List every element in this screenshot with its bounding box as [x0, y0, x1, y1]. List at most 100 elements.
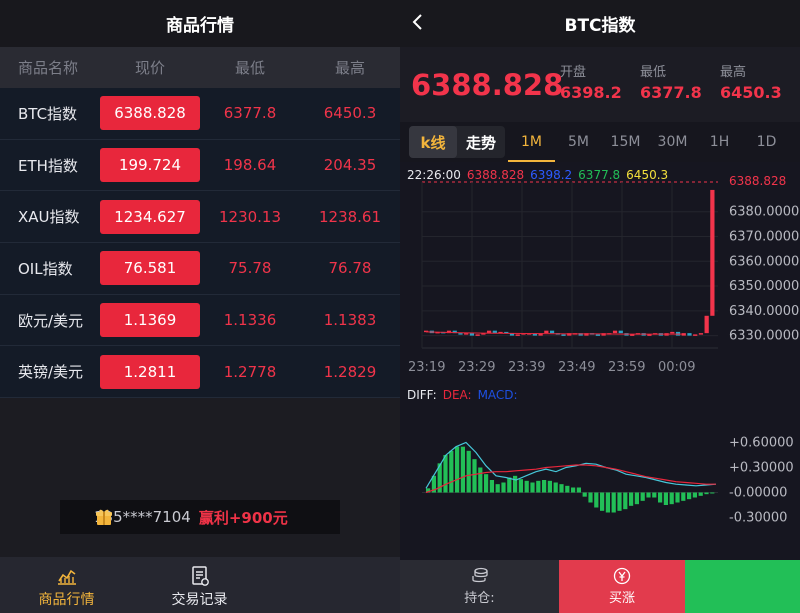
- quote-low-value: 6377.8: [640, 83, 702, 102]
- macd-bar: [692, 492, 697, 498]
- holdings-button[interactable]: 持仓:: [400, 560, 559, 613]
- macd-bar: [524, 480, 529, 493]
- macd-bar: [617, 492, 622, 511]
- candle: [618, 330, 623, 334]
- table-row[interactable]: XAU指数 1234.627 1230.13 1238.61: [0, 191, 400, 244]
- candle: [693, 334, 698, 336]
- macd-tick-label: +0.60000: [729, 436, 794, 451]
- macd-bar: [623, 492, 628, 510]
- time-tick-label: 23:19: [408, 360, 445, 375]
- buy-down-button[interactable]: [685, 560, 800, 613]
- price-tick-label: 6380.0000: [729, 205, 799, 220]
- quote-open-value: 6398.2: [560, 83, 622, 102]
- macd-bar: [484, 474, 489, 493]
- holdings-label: 持仓:: [464, 591, 495, 606]
- high-price: 1.2829: [323, 362, 377, 381]
- tab-trade-records[interactable]: 交易记录: [133, 557, 266, 613]
- macd-bar: [443, 455, 448, 493]
- macd-bar: [449, 450, 454, 493]
- quote-high: 最高 6450.3: [720, 61, 782, 102]
- last-price-label: 6388.828: [729, 174, 786, 188]
- instrument-name: ETH指数: [18, 156, 78, 175]
- macd-bar: [588, 492, 593, 503]
- current-price-button[interactable]: 76.581: [100, 251, 200, 286]
- macd-bar: [704, 492, 709, 495]
- column-header-high: 最高: [334, 59, 365, 77]
- current-price-button[interactable]: 199.724: [100, 148, 200, 183]
- macd-bar: [646, 492, 651, 498]
- price-tick-label: 6370.0000: [729, 230, 799, 245]
- tab-trade-records-label: 交易记录: [171, 592, 228, 608]
- buy-up-button[interactable]: 买涨: [559, 560, 685, 613]
- page-title: 商品行情: [166, 16, 234, 36]
- candle: [670, 331, 675, 334]
- current-price-button[interactable]: 1234.627: [100, 199, 200, 234]
- period-15m[interactable]: 15M: [602, 122, 649, 162]
- instrument-name: OIL指数: [18, 259, 73, 278]
- candle: [469, 333, 475, 336]
- market-header: 商品行情: [0, 0, 400, 47]
- tab-market[interactable]: 商品行情: [0, 557, 133, 613]
- candle: [595, 334, 600, 336]
- back-arrow-icon[interactable]: [410, 12, 426, 32]
- low-price: 6377.8: [223, 104, 277, 123]
- time-tick-label: 00:09: [658, 360, 695, 375]
- macd-bar: [675, 492, 680, 503]
- table-header: 商品名称 现价 最低 最高: [0, 47, 400, 88]
- market-table: BTC指数 6388.828 6377.8 6450.3 ETH指数 199.7…: [0, 88, 400, 399]
- trade-actions: 持仓: 买涨: [400, 560, 800, 613]
- current-price-button[interactable]: 1.1369: [100, 303, 200, 338]
- macd-bars: [426, 446, 715, 513]
- tab-kline[interactable]: k线: [409, 126, 457, 158]
- macd-tick-label: -0.30000: [729, 511, 787, 526]
- high-price: 6450.3: [323, 104, 377, 123]
- table-row[interactable]: 英镑/美元 1.2811 1.2778 1.2829: [0, 346, 400, 399]
- macd-bar: [547, 480, 552, 493]
- quote-open-label: 开盘: [560, 65, 587, 80]
- period-1m[interactable]: 1M: [508, 122, 555, 162]
- table-row[interactable]: ETH指数 199.724 198.64 204.35: [0, 140, 400, 192]
- price-chart[interactable]: 6380.0000 6370.0000 6360.0000 6350.0000 6340…: [400, 165, 800, 560]
- macd-tick-label: +0.30000: [729, 461, 794, 476]
- tab-market-label: 商品行情: [38, 592, 95, 608]
- tab-trend[interactable]: 走势: [457, 126, 505, 158]
- period-1d[interactable]: 1D: [743, 122, 790, 162]
- period-1h[interactable]: 1H: [696, 122, 743, 162]
- table-row[interactable]: OIL指数 76.581 75.78 76.78: [0, 243, 400, 295]
- macd-bar: [634, 492, 639, 505]
- low-price: 1.1336: [223, 311, 277, 330]
- macd-bar: [507, 477, 512, 493]
- candle: [704, 315, 709, 334]
- macd-bar: [582, 492, 587, 497]
- price-grid: [421, 181, 718, 349]
- current-price-button[interactable]: 6388.828: [100, 96, 200, 131]
- macd-legend: DIFF: DEA: MACD:: [407, 388, 524, 402]
- macd-bar: [513, 475, 518, 493]
- document-icon: [191, 566, 209, 586]
- gift-icon: [96, 509, 112, 525]
- macd-bar: [553, 482, 558, 493]
- profit-notice: 135****7104 赢利+900元: [60, 500, 340, 534]
- price-tick-label: 6350.0000: [729, 279, 799, 294]
- detail-panel: BTC指数 6388.828 开盘 6398.2 最低 6377.8 最高 64…: [400, 0, 800, 613]
- macd-bar: [594, 492, 599, 508]
- macd-bar: [536, 480, 541, 493]
- quote-summary: 6388.828 开盘 6398.2 最低 6377.8 最高 6450.3: [400, 47, 800, 122]
- bottom-tab-bar: 商品行情 交易记录: [0, 557, 400, 613]
- legend-dea: DEA:: [442, 388, 472, 402]
- instrument-name: 欧元/美元: [18, 311, 84, 330]
- price-tick-label: 6330.0000: [729, 329, 799, 344]
- table-row[interactable]: BTC指数 6388.828 6377.8 6450.3: [0, 88, 400, 140]
- chart-icon: [57, 569, 76, 585]
- period-30m[interactable]: 30M: [649, 122, 696, 162]
- macd-bar: [466, 450, 471, 493]
- table-row[interactable]: 欧元/美元 1.1369 1.1336 1.1383: [0, 295, 400, 347]
- candle: [710, 189, 715, 316]
- macd-bar: [478, 467, 483, 493]
- current-price-button[interactable]: 1.2811: [100, 354, 200, 389]
- macd-bar: [629, 492, 634, 506]
- macd-bar: [640, 492, 645, 501]
- period-5m[interactable]: 5M: [555, 122, 602, 162]
- instrument-name: BTC指数: [18, 104, 78, 123]
- macd-bar: [542, 480, 547, 493]
